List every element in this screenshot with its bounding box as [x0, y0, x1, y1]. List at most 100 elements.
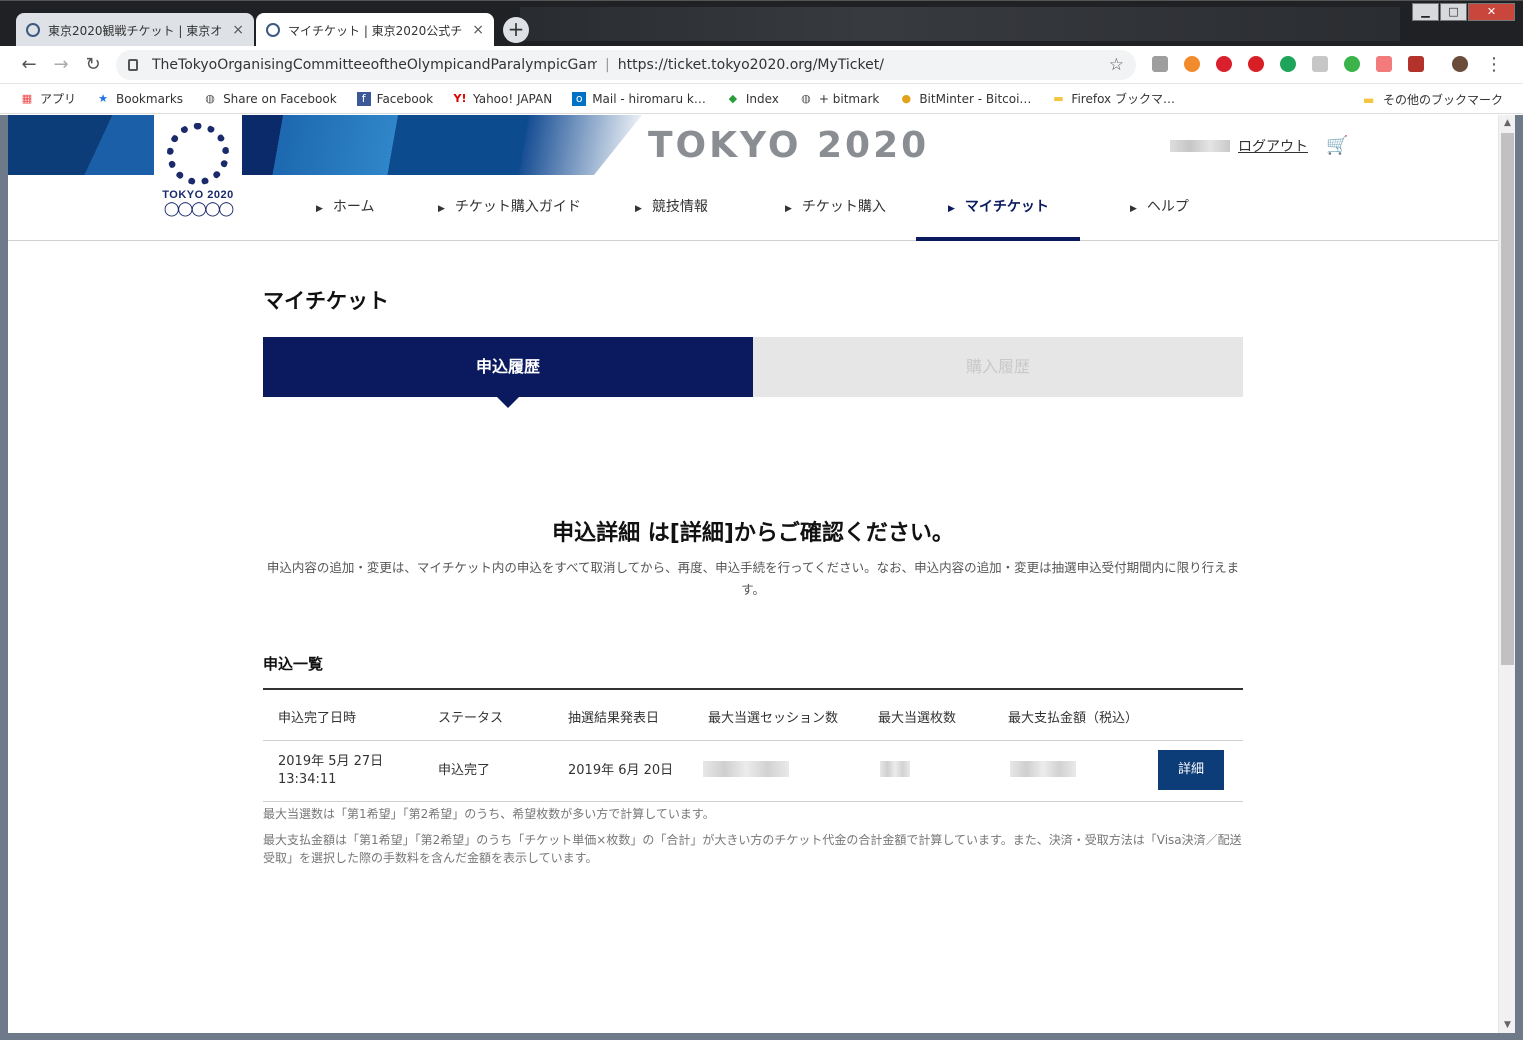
scrollbar-thumb[interactable] — [1501, 133, 1514, 665]
scroll-down-icon[interactable]: ▼ — [1499, 1017, 1516, 1033]
scroll-up-icon[interactable]: ▲ — [1499, 115, 1516, 131]
window-frame-bottom — [0, 1033, 1523, 1040]
cart-icon[interactable]: 🛒 — [1326, 135, 1348, 156]
diamond-icon: ◆ — [728, 91, 738, 105]
browser-tab-2-active[interactable]: マイチケット | 東京2020公式チ × — [256, 13, 494, 47]
header-status: ステータス — [438, 711, 504, 726]
headline: 申込詳細 は[詳細]からご確認ください。 — [552, 521, 954, 546]
logout-link[interactable]: ログアウト — [1238, 136, 1308, 156]
extension-comment-icon[interactable] — [1152, 56, 1168, 72]
header-max-tickets: 最大当選枚数 — [878, 711, 957, 726]
browser-toolbar: ← → ↻ TheTokyoOrganisingCommitteeoftheOl… — [0, 46, 1523, 84]
application-list-title: 申込一覧 — [263, 655, 324, 673]
footnotes: 最大当選数は「第1希望」「第2希望」のうち、希望枚数が多い方で計算しています。 … — [263, 805, 1243, 875]
tab-close-icon[interactable]: × — [472, 22, 484, 38]
folder-icon: ▬ — [1362, 92, 1375, 107]
close-window-button[interactable]: ✕ — [1468, 3, 1515, 21]
bookmark-bookmarks[interactable]: ★ Bookmarks — [96, 92, 183, 106]
nav-label: マイチケット — [964, 199, 1049, 215]
new-tab-button[interactable]: + — [503, 17, 529, 43]
bookmark-bitmark[interactable]: ◍ + bitmark — [799, 92, 879, 106]
bookmark-star-icon[interactable]: ☆ — [1109, 55, 1124, 75]
caret-right-icon: ▶ — [635, 204, 642, 214]
bookmark-label: Mail - hiromaru k… — [592, 91, 706, 106]
tab-application-history[interactable]: 申込履歴 — [263, 337, 753, 408]
extension-green-icon[interactable] — [1280, 56, 1296, 72]
header-max-sessions: 最大当選セッション数 — [708, 711, 839, 726]
extension-pink-icon[interactable] — [1376, 56, 1392, 72]
url-text[interactable]: https://ticket.tokyo2020.org/MyTicket/ — [618, 57, 1109, 73]
nav-ticket-guide[interactable]: ▶ チケット購入ガイド — [438, 175, 581, 241]
bookmark-label: Share on Facebook — [223, 91, 337, 106]
bookmark-share-facebook[interactable]: ◍ Share on Facebook — [203, 91, 337, 106]
evernote-icon[interactable] — [1344, 56, 1360, 72]
yahoo-icon: Y! — [453, 91, 467, 105]
nav-label: ヘルプ — [1146, 199, 1189, 215]
username-redacted — [1170, 139, 1230, 152]
reload-button[interactable]: ↻ — [82, 54, 104, 76]
application-date: 2019年 5月 27日 — [278, 754, 384, 769]
extension-red-icon[interactable] — [1248, 56, 1264, 72]
header-date: 申込完了日時 — [278, 711, 357, 726]
bookmark-firefox[interactable]: ▬ Firefox ブックマ… — [1051, 90, 1175, 107]
bookmark-index[interactable]: ◆ Index — [726, 92, 779, 106]
extension-grey-icon[interactable] — [1312, 56, 1328, 72]
nav-my-ticket[interactable]: ▶ マイチケット — [948, 175, 1049, 241]
footnote-max-tickets: 最大当選数は「第1希望」「第2希望」のうち、希望枚数が多い方で計算しています。 — [263, 807, 715, 821]
caret-right-icon: ▶ — [1130, 204, 1137, 214]
folder-icon: ▬ — [1053, 91, 1064, 105]
banner-stripe — [8, 115, 154, 175]
browser-tab-1[interactable]: 東京2020観戦チケット | 東京オ × — [16, 13, 254, 47]
application-status: 申込完了 — [438, 763, 491, 778]
tab-close-icon[interactable]: × — [232, 22, 244, 38]
outlook-icon: o — [572, 91, 587, 106]
lock-icon — [128, 59, 138, 71]
bookmark-bitminter[interactable]: ● BitMinter - Bitcoi… — [899, 91, 1032, 106]
tab-purchase-history[interactable]: 購入履歴 — [753, 337, 1243, 397]
bookmark-mail[interactable]: o Mail - hiromaru k… — [572, 91, 706, 106]
header-result-date: 抽選結果発表日 — [568, 711, 660, 726]
browser-menu-icon[interactable]: ⋮ — [1485, 54, 1503, 75]
detail-button[interactable]: 詳細 — [1158, 750, 1224, 790]
nav-sports-info[interactable]: ▶ 競技情報 — [635, 175, 708, 241]
application-datetime: 2019年 5月 27日 13:34:11 — [278, 753, 383, 789]
bitcoin-icon: ● — [901, 91, 912, 105]
max-sessions-redacted — [703, 761, 789, 783]
maximize-button[interactable]: □ — [1440, 3, 1467, 21]
banner-stripe-right — [242, 115, 642, 175]
address-bar[interactable]: TheTokyoOrganisingCommitteeoftheOlympica… — [116, 50, 1136, 80]
star-icon: ★ — [98, 91, 108, 105]
apps-icon: ▦ — [21, 91, 33, 105]
table-row: 2019年 5月 27日 13:34:11 申込完了 2019年 6月 20日 … — [263, 741, 1243, 802]
table-header-row: 申込完了日時 ステータス 抽選結果発表日 最大当選セッション数 最大当選枚数 最… — [263, 690, 1243, 741]
header-max-amount: 最大支払金額（税込） — [1008, 711, 1139, 726]
omnibox-separator: | — [605, 57, 610, 73]
bookmark-other-label: その他のブックマーク — [1382, 93, 1503, 107]
back-button[interactable]: ← — [18, 54, 40, 76]
page-scrollbar[interactable]: ▲ ▼ — [1498, 115, 1515, 1033]
bookmark-label: Yahoo! JAPAN — [473, 91, 553, 106]
bookmark-yahoo[interactable]: Y! Yahoo! JAPAN — [453, 91, 553, 106]
bookmarks-bar: ▦ アプリ ★ Bookmarks ◍ Share on Facebook f Face… — [0, 84, 1523, 114]
forward-button[interactable]: → — [50, 54, 72, 76]
bookmark-label: Firefox ブックマ… — [1071, 92, 1175, 106]
nav-help[interactable]: ▶ ヘルプ — [1130, 175, 1189, 241]
browser-titlebar: 東京2020観戦チケット | 東京オ × マイチケット | 東京2020公式チ … — [0, 0, 1523, 47]
nav-label: チケット購入ガイド — [454, 199, 581, 215]
max-tickets-redacted — [880, 761, 910, 783]
pdf-icon[interactable] — [1408, 56, 1424, 72]
result-announcement-date: 2019年 6月 20日 — [568, 763, 674, 778]
nav-ticket-purchase[interactable]: ▶ チケット購入 — [785, 175, 886, 241]
pinterest-icon[interactable] — [1216, 56, 1232, 72]
bookmark-label: + bitmark — [818, 91, 880, 106]
bookmark-label: Index — [745, 91, 779, 106]
avatar[interactable] — [1452, 56, 1468, 72]
minimize-button[interactable]: ▁ — [1412, 3, 1439, 21]
extension-orange-icon[interactable] — [1184, 56, 1200, 72]
max-amount-redacted — [1010, 761, 1076, 783]
bookmark-other[interactable]: ▬ その他のブックマーク — [1363, 91, 1503, 108]
bookmark-facebook[interactable]: f Facebook — [356, 91, 433, 106]
bookmark-apps[interactable]: ▦ アプリ — [20, 90, 76, 107]
caret-right-icon: ▶ — [948, 204, 955, 214]
nav-home[interactable]: ▶ ホーム — [316, 175, 375, 241]
